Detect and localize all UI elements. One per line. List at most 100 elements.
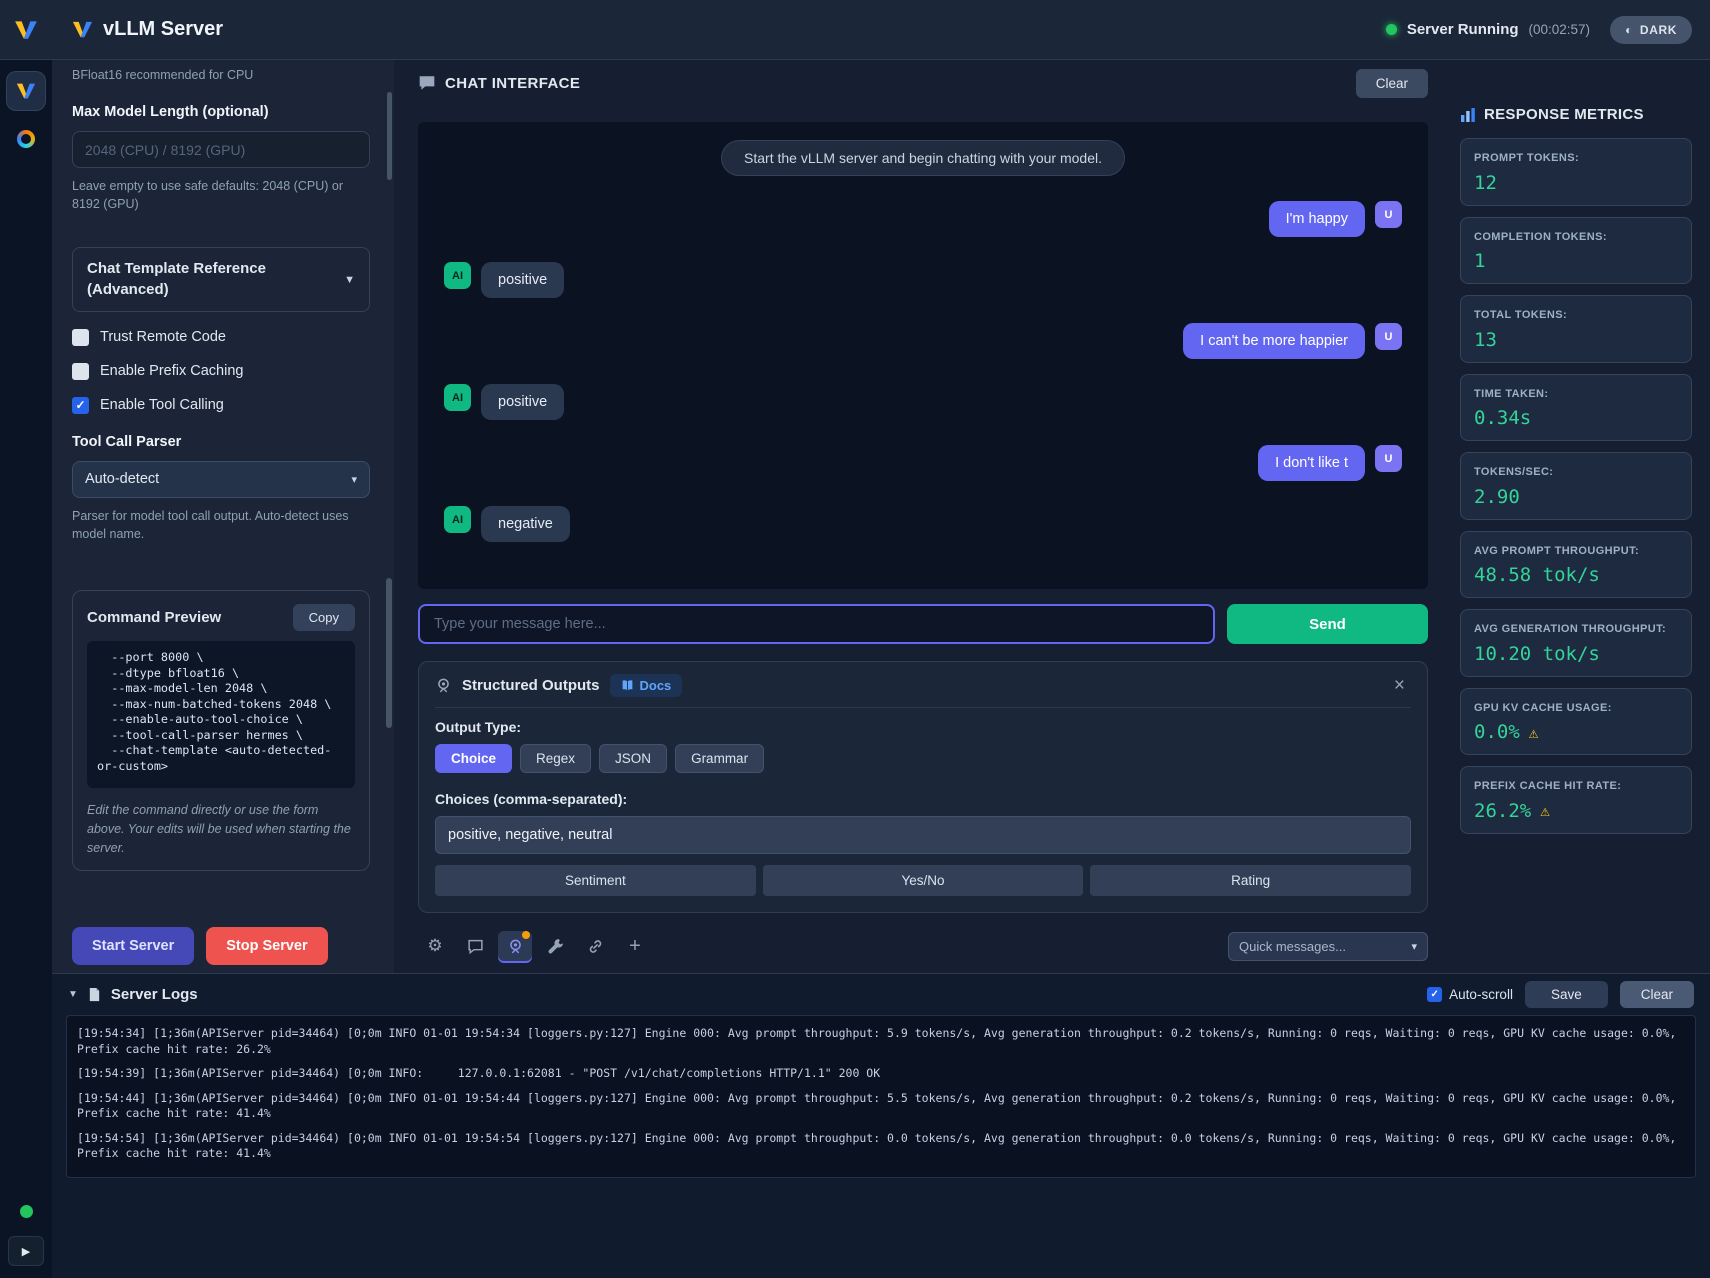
copy-button[interactable]: Copy (293, 604, 355, 631)
metric-value: 26.2% (1474, 800, 1531, 822)
output-type-grammar-button[interactable]: Grammar (675, 744, 764, 773)
tool-call-parser-label: Tool Call Parser (72, 434, 370, 450)
structured-outputs-panel: Structured Outputs Docs × Output Type: (418, 661, 1428, 913)
server-logs-collapse-caret[interactable]: ▼ (68, 989, 78, 1000)
checkbox-box[interactable] (72, 329, 89, 346)
clear-logs-button[interactable]: Clear (1620, 981, 1694, 1008)
server-uptime-text: (00:02:57) (1529, 22, 1591, 37)
trust-remote-code-checkbox[interactable]: Trust Remote Code (72, 329, 370, 346)
expand-panel-button[interactable]: ▶ (8, 1236, 44, 1266)
link-icon-button[interactable] (578, 931, 612, 961)
sidebar-scrollbar[interactable] (386, 578, 392, 728)
message-row-ai: AI positive (444, 384, 564, 420)
metric-label: AVG GENERATION THROUGHPUT: (1474, 621, 1678, 638)
metric-label: GPU KV CACHE USAGE: (1474, 700, 1678, 717)
save-logs-button[interactable]: Save (1525, 981, 1608, 1008)
quick-messages-placeholder: Quick messages... (1239, 939, 1346, 954)
metric-label: TOTAL TOKENS: (1474, 307, 1678, 324)
metric-label: PROMPT TOKENS: (1474, 150, 1678, 167)
message-row-ai: AI negative (444, 506, 570, 542)
output-type-choice-button[interactable]: Choice (435, 744, 512, 773)
metric-card: TOKENS/SEC: 2.90 (1460, 452, 1692, 520)
tool-call-parser-value: Auto-detect (85, 471, 159, 487)
max-model-length-help: Leave empty to use safe defaults: 2048 (… (72, 177, 370, 213)
ai-avatar: AI (444, 384, 471, 411)
chat-main-panel: CHAT INTERFACE Clear Start the vLLM serv… (394, 60, 1452, 973)
moon-icon: ◐ (1625, 23, 1633, 37)
quick-messages-select[interactable]: Quick messages... ▾ (1228, 932, 1428, 961)
response-metrics-title: RESPONSE METRICS (1484, 106, 1644, 123)
page-title: vLLM Server (103, 18, 223, 41)
document-icon (87, 987, 102, 1002)
choices-input[interactable] (435, 816, 1411, 854)
server-status-dot (1386, 24, 1397, 35)
metric-value: 12 (1474, 172, 1497, 194)
checkbox-box[interactable] (72, 363, 89, 380)
log-line: [19:54:54] [1;36m(APIServer pid=34464) [… (77, 1131, 1685, 1162)
server-logs-title: Server Logs (111, 986, 198, 1003)
metric-label: COMPLETION TOKENS: (1474, 229, 1678, 246)
metric-card: PREFIX CACHE HIT RATE: 26.2% ⚠ (1460, 766, 1692, 834)
log-line: [19:54:34] [1;36m(APIServer pid=34464) [… (77, 1026, 1685, 1057)
start-server-button[interactable]: Start Server (72, 927, 194, 965)
server-logs-panel: ▼ Server Logs ✓ Auto-scroll Save Clear (52, 973, 1710, 1278)
command-preview-title: Command Preview (87, 609, 221, 626)
add-icon-button[interactable]: + (618, 931, 652, 961)
rail-vllm-tab[interactable] (7, 72, 45, 110)
enable-prefix-caching-checkbox[interactable]: Enable Prefix Caching (72, 363, 370, 380)
chat-messages-area[interactable]: Start the vLLM server and begin chatting… (418, 122, 1428, 589)
message-input[interactable] (418, 604, 1215, 644)
output-type-regex-button[interactable]: Regex (520, 744, 591, 773)
server-status-text: Server Running (1407, 21, 1519, 38)
auto-scroll-label: Auto-scroll (1449, 987, 1513, 1002)
rail-secondary-tab[interactable] (7, 120, 45, 158)
tool-call-parser-select[interactable]: Auto-detect ▾ (72, 461, 370, 498)
metric-card: AVG PROMPT THROUGHPUT: 48.58 tok/s (1460, 531, 1692, 599)
output-type-label: Output Type: (435, 719, 1411, 735)
metric-card: AVG GENERATION THROUGHPUT: 10.20 tok/s (1460, 609, 1692, 677)
rail-bottom: ▶ (8, 1205, 44, 1278)
dtype-note: BFloat16 recommended for CPU (72, 68, 370, 82)
chat-bubble-icon (467, 938, 484, 955)
command-preview-code[interactable]: --port 8000 \ --dtype bfloat16 \ --max-m… (87, 641, 355, 788)
checkbox-box[interactable]: ✓ (72, 397, 89, 414)
structured-outputs-title: Structured Outputs (462, 677, 600, 694)
enable-tool-calling-checkbox[interactable]: ✓ Enable Tool Calling (72, 397, 370, 414)
tools-icon-button[interactable] (538, 931, 572, 961)
metric-value: 10.20 tok/s (1474, 643, 1600, 665)
chevron-down-icon: ▼ (344, 274, 355, 286)
max-model-length-label: Max Model Length (optional) (72, 104, 370, 120)
server-logs-output[interactable]: [19:54:34] [1;36m(APIServer pid=34464) [… (66, 1015, 1696, 1178)
preset-yesno-button[interactable]: Yes/No (763, 865, 1084, 896)
metric-card: COMPLETION TOKENS: 1 (1460, 217, 1692, 285)
link-icon (587, 938, 604, 955)
app-window: vLLM Server Server Running (00:02:57) ◐ … (0, 0, 1710, 1278)
log-line: [19:54:44] [1;36m(APIServer pid=34464) [… (77, 1091, 1685, 1122)
chat-icon-button[interactable] (458, 931, 492, 961)
close-structured-outputs-button[interactable]: × (1388, 675, 1411, 696)
code-scrollbar[interactable] (387, 92, 392, 180)
chat-bubble-icon (418, 74, 436, 92)
preset-sentiment-button[interactable]: Sentiment (435, 865, 756, 896)
stop-server-button[interactable]: Stop Server (206, 927, 327, 965)
message-row-ai: AI positive (444, 262, 564, 298)
auto-scroll-checkbox[interactable]: ✓ Auto-scroll (1427, 987, 1513, 1002)
docs-link[interactable]: Docs (610, 674, 683, 697)
chat-template-reference-label: Chat Template Reference (Advanced) (87, 259, 334, 300)
checkbox-box[interactable]: ✓ (1427, 987, 1442, 1002)
structured-outputs-icon-button[interactable] (498, 931, 532, 961)
user-avatar: U (1375, 445, 1402, 472)
output-type-json-button[interactable]: JSON (599, 744, 667, 773)
top-header-bar: vLLM Server Server Running (00:02:57) ◐ … (0, 0, 1710, 60)
settings-icon-button[interactable]: ⚙ (418, 931, 452, 961)
chat-template-reference-toggle[interactable]: Chat Template Reference (Advanced) ▼ (72, 247, 370, 312)
preset-rating-button[interactable]: Rating (1090, 865, 1411, 896)
clear-chat-button[interactable]: Clear (1356, 69, 1428, 98)
ai-avatar: AI (444, 262, 471, 289)
docs-label: Docs (640, 678, 672, 693)
warning-icon: ⚠ (1540, 801, 1550, 820)
metric-card: TIME TAKEN: 0.34s (1460, 374, 1692, 442)
send-button[interactable]: Send (1227, 604, 1428, 644)
max-model-length-input[interactable] (72, 131, 370, 168)
theme-toggle-button[interactable]: ◐ DARK (1610, 16, 1692, 44)
